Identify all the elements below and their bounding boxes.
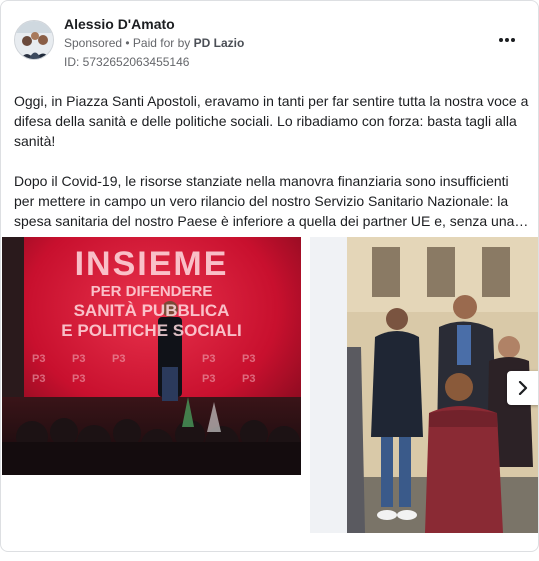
banner-line-4: E POLITICHE SOCIALI [61,321,242,340]
svg-text:P3: P3 [32,373,45,385]
svg-text:P3: P3 [112,353,125,365]
avatar-photo [15,21,53,59]
carousel-next-button[interactable] [507,371,538,405]
carousel-gap [310,237,347,533]
ad-id: ID: 5732652063455146 [64,55,190,69]
banner-line-2: PER DIFENDERE [90,283,213,300]
chevron-right-icon [518,381,528,395]
svg-text:P3: P3 [72,353,85,365]
avatar[interactable] [14,20,54,60]
svg-text:P3: P3 [242,373,255,385]
banner-line-3: SANITÀ PUBBLICA [73,301,230,320]
post-text: Oggi, in Piazza Santi Apostoli, eravamo … [14,91,529,251]
more-options-button[interactable] [495,28,519,52]
carousel-image-stage[interactable]: P3 P3 P3 P3 P3 P3 P3 P3 P3 INSIEME PER DIFENDER… [2,237,301,475]
more-horizontal-icon [499,38,503,42]
svg-text:P3: P3 [202,353,215,365]
sponsored-label: Sponsored [64,36,123,50]
paid-for-prefix: Paid for by [132,36,194,50]
svg-text:P3: P3 [32,353,45,365]
banner-line-1: INSIEME [74,245,229,283]
separator-dot: • [122,36,133,50]
svg-text:P3: P3 [202,373,215,385]
ad-header: Alessio D'Amato Sponsored • Paid for by … [1,1,538,81]
svg-text:P3: P3 [242,353,255,365]
stage-banner: INSIEME PER DIFENDERE SANITÀ PUBBLICA E … [2,245,301,341]
post-paragraph-2: Dopo il Covid-19, le risorse stanziate n… [14,173,515,229]
post-paragraph-1: Oggi, in Piazza Santi Apostoli, eravamo … [14,93,529,149]
svg-text:P3: P3 [72,373,85,385]
page-bottom-strip [0,552,539,561]
advertiser-name[interactable]: Alessio D'Amato [64,16,175,32]
sponsored-line: Sponsored • Paid for by PD Lazio [64,36,244,50]
ad-card: Alessio D'Amato Sponsored • Paid for by … [0,0,539,552]
paid-for-by-link[interactable]: PD Lazio [194,36,245,50]
more-dot [511,38,515,42]
more-dot [505,38,509,42]
